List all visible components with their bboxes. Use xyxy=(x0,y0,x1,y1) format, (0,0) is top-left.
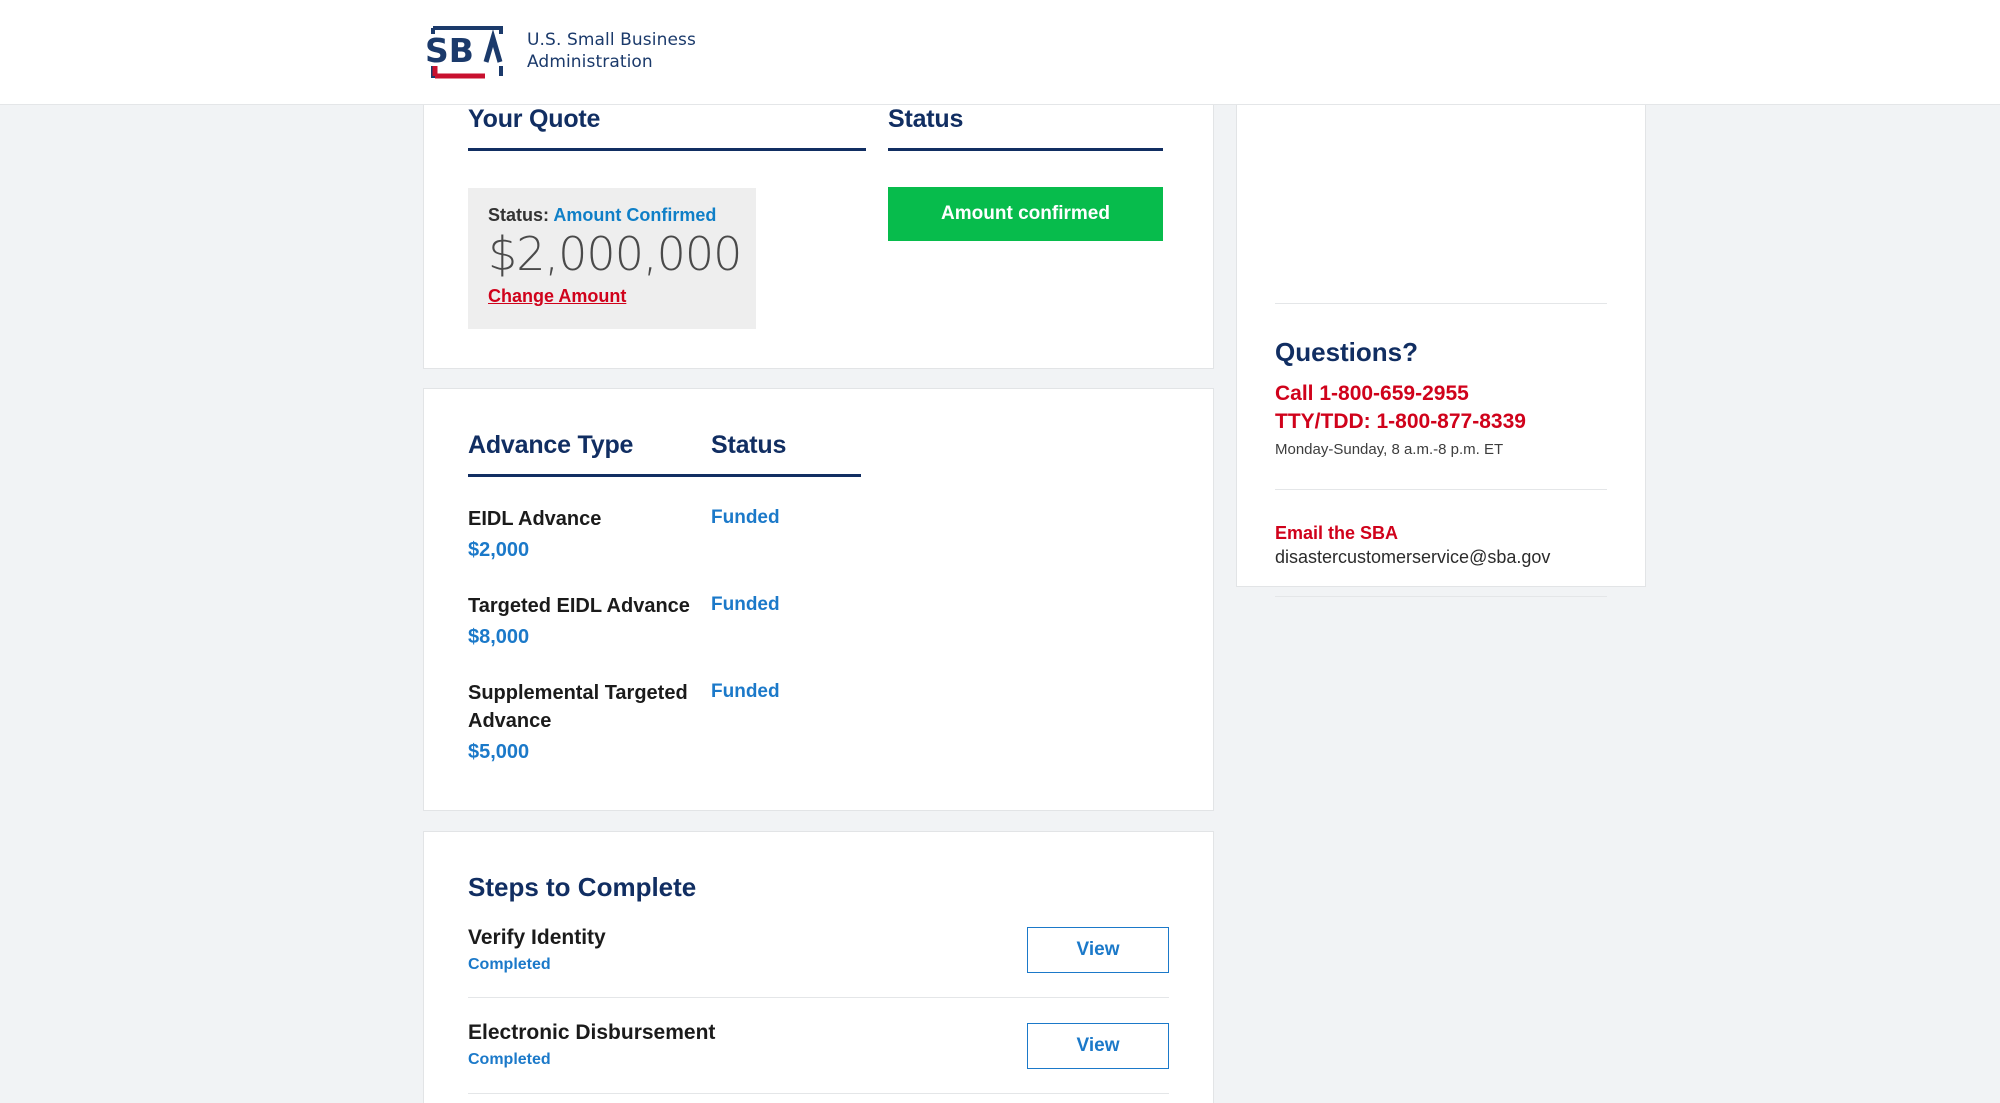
step-status: Completed xyxy=(468,1051,551,1069)
step-row: Verify Identity Completed View xyxy=(468,903,1169,999)
advance-status-header: Status xyxy=(711,431,861,477)
step-row: Electronic Disbursement Completed View xyxy=(468,998,1169,1094)
site-header: SB U.S. Small Business Administration xyxy=(0,0,2000,105)
quote-card: Your Quote Status: Amount Confirmed $2,0… xyxy=(423,105,1214,369)
advance-amount: $2,000 xyxy=(468,539,530,561)
advance-type-name: EIDL Advance $2,000 xyxy=(468,505,711,564)
advance-type-name: Targeted EIDL Advance $8,000 xyxy=(468,592,711,651)
advance-status: Funded xyxy=(711,681,780,702)
phone-numbers: Call 1-800-659-2955 TTY/TDD: 1-800-877-8… xyxy=(1275,380,1607,437)
advance-type-label: EIDL Advance xyxy=(468,508,602,530)
questions-title: Questions? xyxy=(1275,337,1419,367)
agency-name: U.S. Small Business Administration xyxy=(527,30,696,74)
advance-card: Advance Type Status EIDL Advance $2,000 … xyxy=(423,388,1214,811)
agency-name-line1: U.S. Small Business xyxy=(527,30,696,51)
advance-row: EIDL Advance $2,000 Funded xyxy=(468,505,1169,564)
quote-status-line: Status: Amount Confirmed xyxy=(488,205,736,226)
quote-status-value: Amount Confirmed xyxy=(553,205,717,225)
quote-status-heading: Status xyxy=(888,105,1163,151)
steps-title: Steps to Complete xyxy=(468,872,697,902)
sidebar-gap-2 xyxy=(1275,568,1607,596)
quote-status-label: Status: xyxy=(488,205,550,225)
step-status: Completed xyxy=(468,955,551,973)
agency-name-line2: Administration xyxy=(527,52,653,72)
sidebar-divider-top xyxy=(1275,303,1607,304)
sidebar-divider-middle xyxy=(1275,488,1607,490)
quote-amount: $2,000,000 xyxy=(488,227,742,281)
help-card: Questions? Call 1-800-659-2955 TTY/TDD: … xyxy=(1236,105,1646,597)
email-sba-link[interactable]: Email the SBA xyxy=(1275,523,1607,544)
call-phone-number[interactable]: Call 1-800-659-2955 xyxy=(1275,380,1607,408)
step-label-wrap: Verify Identity Completed xyxy=(468,925,606,975)
step-label: Verify Identity xyxy=(468,926,606,949)
sidebar-divider-bottom xyxy=(1275,595,1607,597)
advance-type-label: Targeted EIDL Advance xyxy=(468,595,690,617)
steps-card: Steps to Complete Verify Identity Comple… xyxy=(423,831,1214,1103)
quote-heading: Your Quote xyxy=(468,105,866,151)
advance-status: Funded xyxy=(711,507,780,528)
advance-row: Targeted EIDL Advance $8,000 Funded xyxy=(468,592,1169,651)
page-body: Your Quote Status: Amount Confirmed $2,0… xyxy=(0,105,2000,1103)
quote-left-column: Your Quote Status: Amount Confirmed $2,0… xyxy=(468,105,866,330)
step-label: Electronic Disbursement xyxy=(468,1021,716,1045)
quote-right-column: Status Amount confirmed xyxy=(888,105,1163,329)
advance-amount: $8,000 xyxy=(468,626,530,648)
advance-header-row: Advance Type Status xyxy=(468,431,1169,477)
step-label-wrap: Electronic Disbursement Completed xyxy=(468,1020,715,1070)
step-row: Upload Documents Additional Information … xyxy=(468,1094,1169,1103)
advance-status: Funded xyxy=(711,594,780,615)
change-amount-link[interactable]: Change Amount xyxy=(488,286,626,307)
advance-type-label: Supplemental Targeted Advance xyxy=(468,682,688,732)
advance-type-header: Advance Type xyxy=(468,431,711,477)
email-address: disastercustomerservice@sba.gov xyxy=(1275,546,1551,567)
svg-text:SB: SB xyxy=(425,31,474,70)
amount-confirmed-button[interactable]: Amount confirmed xyxy=(888,187,1163,241)
sba-logo[interactable]: SB U.S. Small Business Administration xyxy=(423,20,696,84)
advance-amount: $5,000 xyxy=(468,741,530,763)
advance-type-name: Supplemental Targeted Advance $5,000 xyxy=(468,679,711,766)
sidebar-top-spacer xyxy=(1275,105,1607,303)
advance-row: Supplemental Targeted Advance $5,000 Fun… xyxy=(468,679,1169,766)
sidebar-column: Questions? Call 1-800-659-2955 TTY/TDD: … xyxy=(1236,105,1646,597)
main-column: Your Quote Status: Amount Confirmed $2,0… xyxy=(423,105,1214,1103)
step-view-button[interactable]: View xyxy=(1027,927,1169,974)
tty-phone-number[interactable]: TTY/TDD: 1-800-877-8339 xyxy=(1275,408,1607,436)
support-hours: Monday-Sunday, 8 a.m.-8 p.m. ET xyxy=(1275,440,1504,458)
quote-amount-box: Status: Amount Confirmed $2,000,000 Chan… xyxy=(468,188,756,330)
step-view-button[interactable]: View xyxy=(1027,1022,1169,1069)
sba-logo-icon: SB xyxy=(423,26,511,79)
